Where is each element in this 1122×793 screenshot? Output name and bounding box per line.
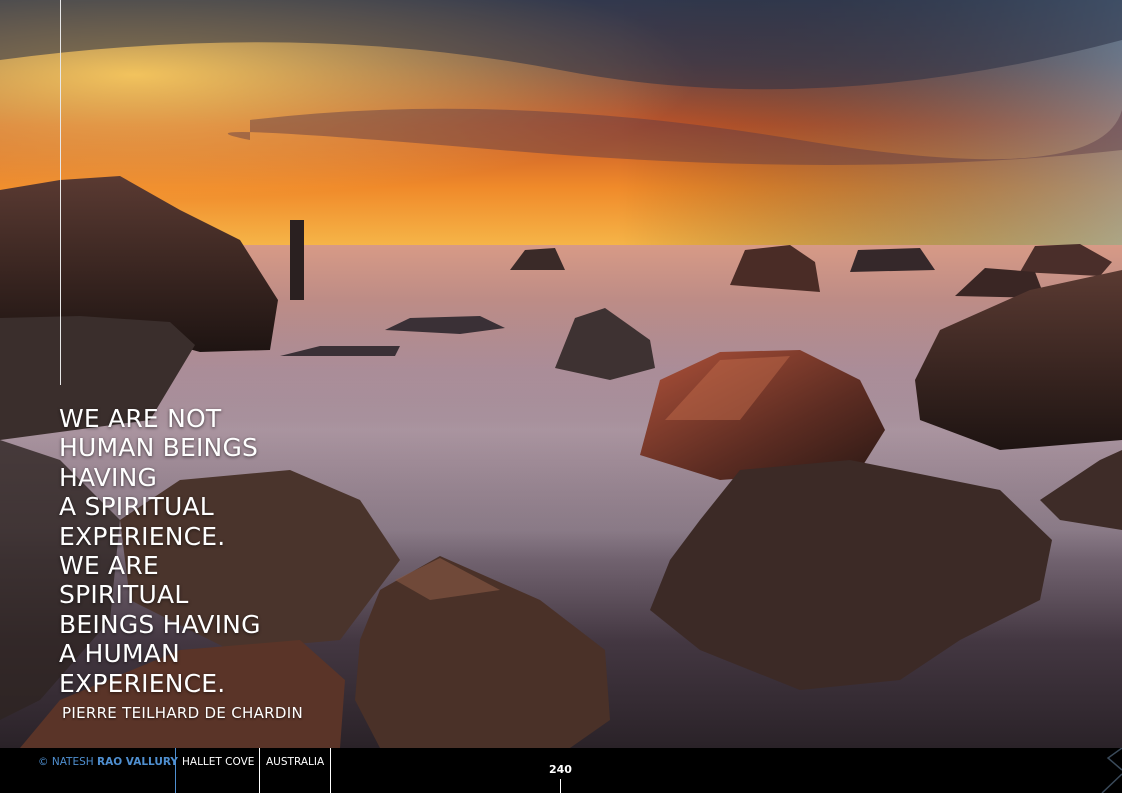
footer-divider <box>175 748 176 793</box>
vertical-rule <box>60 0 61 385</box>
corner-decoration-icon <box>1101 748 1122 793</box>
quote-line: EXPERIENCE. <box>59 521 226 551</box>
page-number: 240 <box>549 763 572 776</box>
quote-line: A HUMAN <box>59 639 180 669</box>
footer-location: HALLET COVE <box>182 756 255 768</box>
quote-line: HUMAN BEINGS <box>59 433 259 463</box>
quote-line: HAVING <box>59 462 158 492</box>
page-number-tick <box>560 779 561 793</box>
page-footer: © NATESH RAO VALLURY HALLET COVE AUSTRAL… <box>0 748 1122 793</box>
footer-divider <box>330 748 331 793</box>
quote-line: BEINGS HAVING <box>59 609 261 639</box>
photo-credit: © NATESH RAO VALLURY <box>38 756 178 768</box>
quote-author: PIERRE TEILHARD DE CHARDIN <box>62 704 303 722</box>
quote-block: WE ARE NOT HUMAN BEINGS HAVING A SPIRITU… <box>59 404 359 698</box>
quote-line: EXPERIENCE. <box>59 668 226 698</box>
quote-line: WE ARE NOT <box>59 404 222 433</box>
credit-prefix: © NATESH <box>38 756 94 768</box>
quote-line: A SPIRITUAL <box>59 492 214 522</box>
footer-divider <box>259 748 260 793</box>
quote-line: WE ARE <box>59 551 159 581</box>
quote-line: SPIRITUAL <box>59 580 189 610</box>
footer-country: AUSTRALIA <box>266 756 325 768</box>
credit-name: RAO VALLURY <box>97 756 178 768</box>
